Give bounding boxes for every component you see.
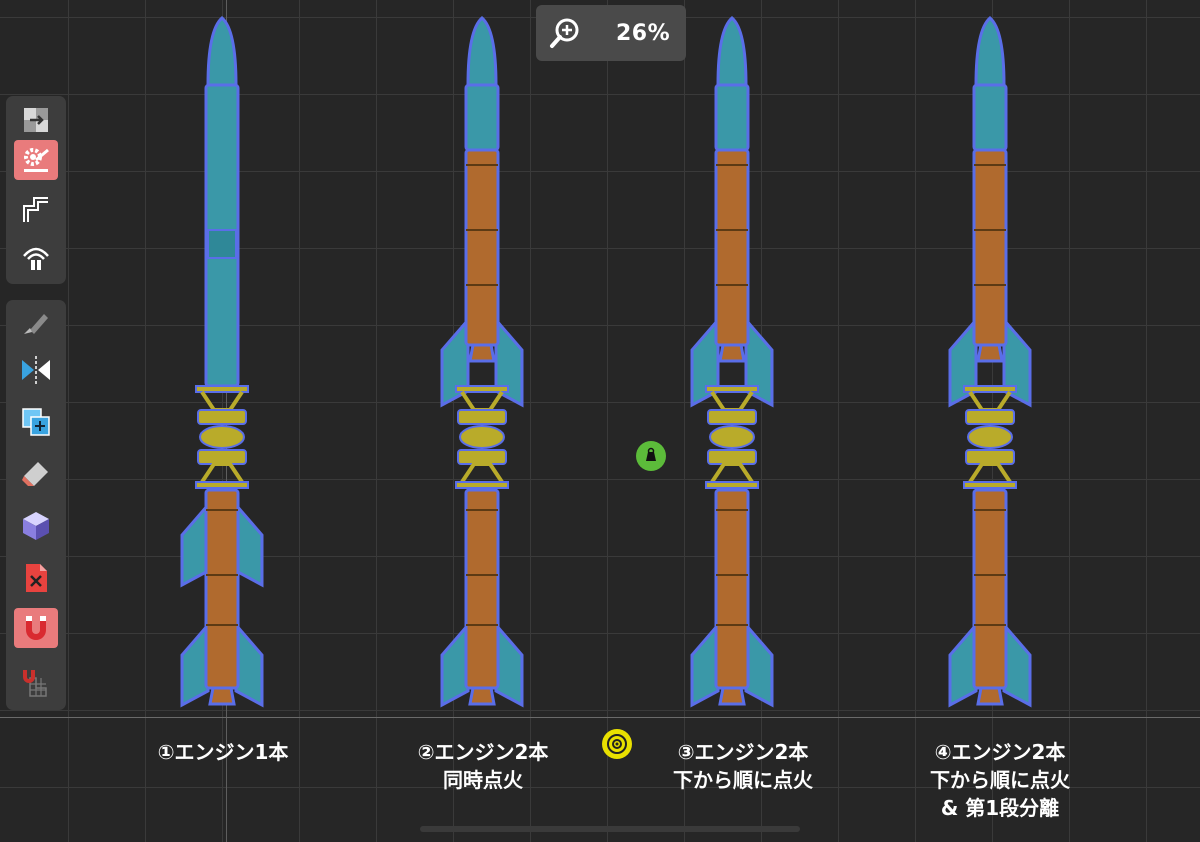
decoupler-strut-1: [710, 390, 754, 412]
symmetry-radial-tool[interactable]: [14, 238, 58, 278]
caption-config-2: ②エンジン2本 同時点火: [417, 740, 549, 792]
nose-cone: [716, 16, 748, 87]
decoupler-ring-1: [197, 409, 247, 425]
tank-joint: [207, 229, 237, 259]
decoupler-ring-2: [965, 449, 1015, 465]
decoupler-strut-2: [460, 462, 504, 484]
part-move-tool[interactable]: [14, 100, 58, 140]
grid-snap-tool[interactable]: [14, 662, 58, 702]
lower-tank-orange: [204, 488, 240, 690]
grid-magnet-icon: [23, 670, 47, 697]
upper-tank-orange: [972, 148, 1008, 347]
cube-icon: [23, 512, 49, 540]
decoupler-plate-bottom: [705, 481, 759, 489]
engine-nozzle: [468, 343, 496, 363]
decoupler-strut-2: [200, 462, 244, 484]
gear-brush-icon: [24, 148, 49, 172]
decoupler-ring-1: [707, 409, 757, 425]
move-icon: [24, 108, 48, 132]
magnet-tool[interactable]: [14, 608, 58, 648]
decoupler-strut-1: [200, 390, 244, 412]
caption-config-3: ③エンジン2本 下から順に点火: [673, 740, 813, 792]
lower-tank-orange: [714, 488, 750, 690]
rocket-2: [440, 16, 524, 708]
rocket-4: [948, 16, 1032, 708]
bottom-fins-left: [690, 620, 720, 708]
decoupler-strut-2: [968, 462, 1012, 484]
bottom-fins-right: [494, 620, 524, 708]
eraser-icon: [22, 462, 48, 486]
bottom-fins-right: [744, 620, 774, 708]
lower-tank-orange: [972, 488, 1008, 690]
pipe-tool[interactable]: [14, 190, 58, 230]
decoupler-core: [199, 425, 245, 449]
decoupler-ring-2: [457, 449, 507, 465]
decoupler-ring-1: [457, 409, 507, 425]
center-of-mass-marker[interactable]: [602, 729, 632, 759]
mirror-tool[interactable]: [14, 350, 58, 390]
clone-tool[interactable]: [14, 402, 58, 442]
upper-tank-orange: [464, 148, 500, 347]
mid-fins-left: [180, 500, 210, 588]
engine-nozzle: [718, 343, 746, 363]
nose-cone: [206, 16, 238, 87]
mirror-icon: [22, 356, 50, 384]
decoupler-plate-bottom: [455, 481, 509, 489]
engine-nozzle: [208, 686, 236, 706]
caption-config-1: ①エンジン1本: [157, 740, 289, 764]
bottom-fins-left: [180, 620, 210, 708]
delete-tool[interactable]: [14, 558, 58, 598]
paint-tool[interactable]: [14, 302, 58, 342]
antenna-icon: [23, 247, 49, 270]
decoupler-ring-2: [197, 449, 247, 465]
delete-file-icon: [26, 564, 47, 592]
bottom-fins-left: [948, 620, 978, 708]
cube-tool[interactable]: [14, 506, 58, 546]
toolbar-top: [6, 96, 66, 284]
toolbar-bottom: [6, 300, 66, 710]
nose-cone: [466, 16, 498, 87]
decoupler-core: [459, 425, 505, 449]
eraser-tool[interactable]: [14, 454, 58, 494]
decoupler-core: [709, 425, 755, 449]
mid-fins-right: [234, 500, 264, 588]
center-of-thrust-marker[interactable]: [636, 441, 666, 471]
rocket-canvas[interactable]: [0, 0, 1200, 842]
mass-target-icon: [607, 734, 627, 754]
zoom-value: 26%: [616, 20, 671, 46]
decoupler-plate-bottom: [963, 481, 1017, 489]
zoom-in-icon: [550, 18, 579, 48]
decoupler-plate-bottom: [195, 481, 249, 489]
nose-cone: [974, 16, 1006, 87]
bottom-fins-right: [234, 620, 264, 708]
decoupler-ring-1: [965, 409, 1015, 425]
thrust-weight-icon: [646, 447, 656, 461]
engine-nozzle: [468, 686, 496, 706]
engine-nozzle: [976, 343, 1004, 363]
clone-icon: [22, 408, 50, 436]
decoupler-ring-2: [707, 449, 757, 465]
magnet-icon: [26, 616, 46, 640]
caption-config-4: ④エンジン2本 下から順に点火 & 第1段分離: [930, 740, 1070, 820]
rocket-3: [690, 16, 774, 708]
bottom-fins-left: [440, 620, 470, 708]
engine-nozzle: [718, 686, 746, 706]
decoupler-strut-1: [968, 390, 1012, 412]
upper-cap-blue: [464, 83, 500, 152]
upper-cap-blue: [972, 83, 1008, 152]
decoupler-core: [967, 425, 1013, 449]
pipe-icon: [23, 197, 48, 222]
lower-tank-orange: [464, 488, 500, 690]
zoom-indicator[interactable]: 26%: [536, 5, 686, 61]
engine-nozzle: [976, 686, 1004, 706]
rocket-1: [180, 16, 264, 708]
upper-tank-orange: [714, 148, 750, 347]
decoupler-strut-1: [460, 390, 504, 412]
upper-cap-blue: [714, 83, 750, 152]
bottom-fins-right: [1002, 620, 1032, 708]
paint-brush-icon: [24, 314, 48, 334]
decoupler-strut-2: [710, 462, 754, 484]
build-settings-tool[interactable]: [14, 140, 58, 180]
